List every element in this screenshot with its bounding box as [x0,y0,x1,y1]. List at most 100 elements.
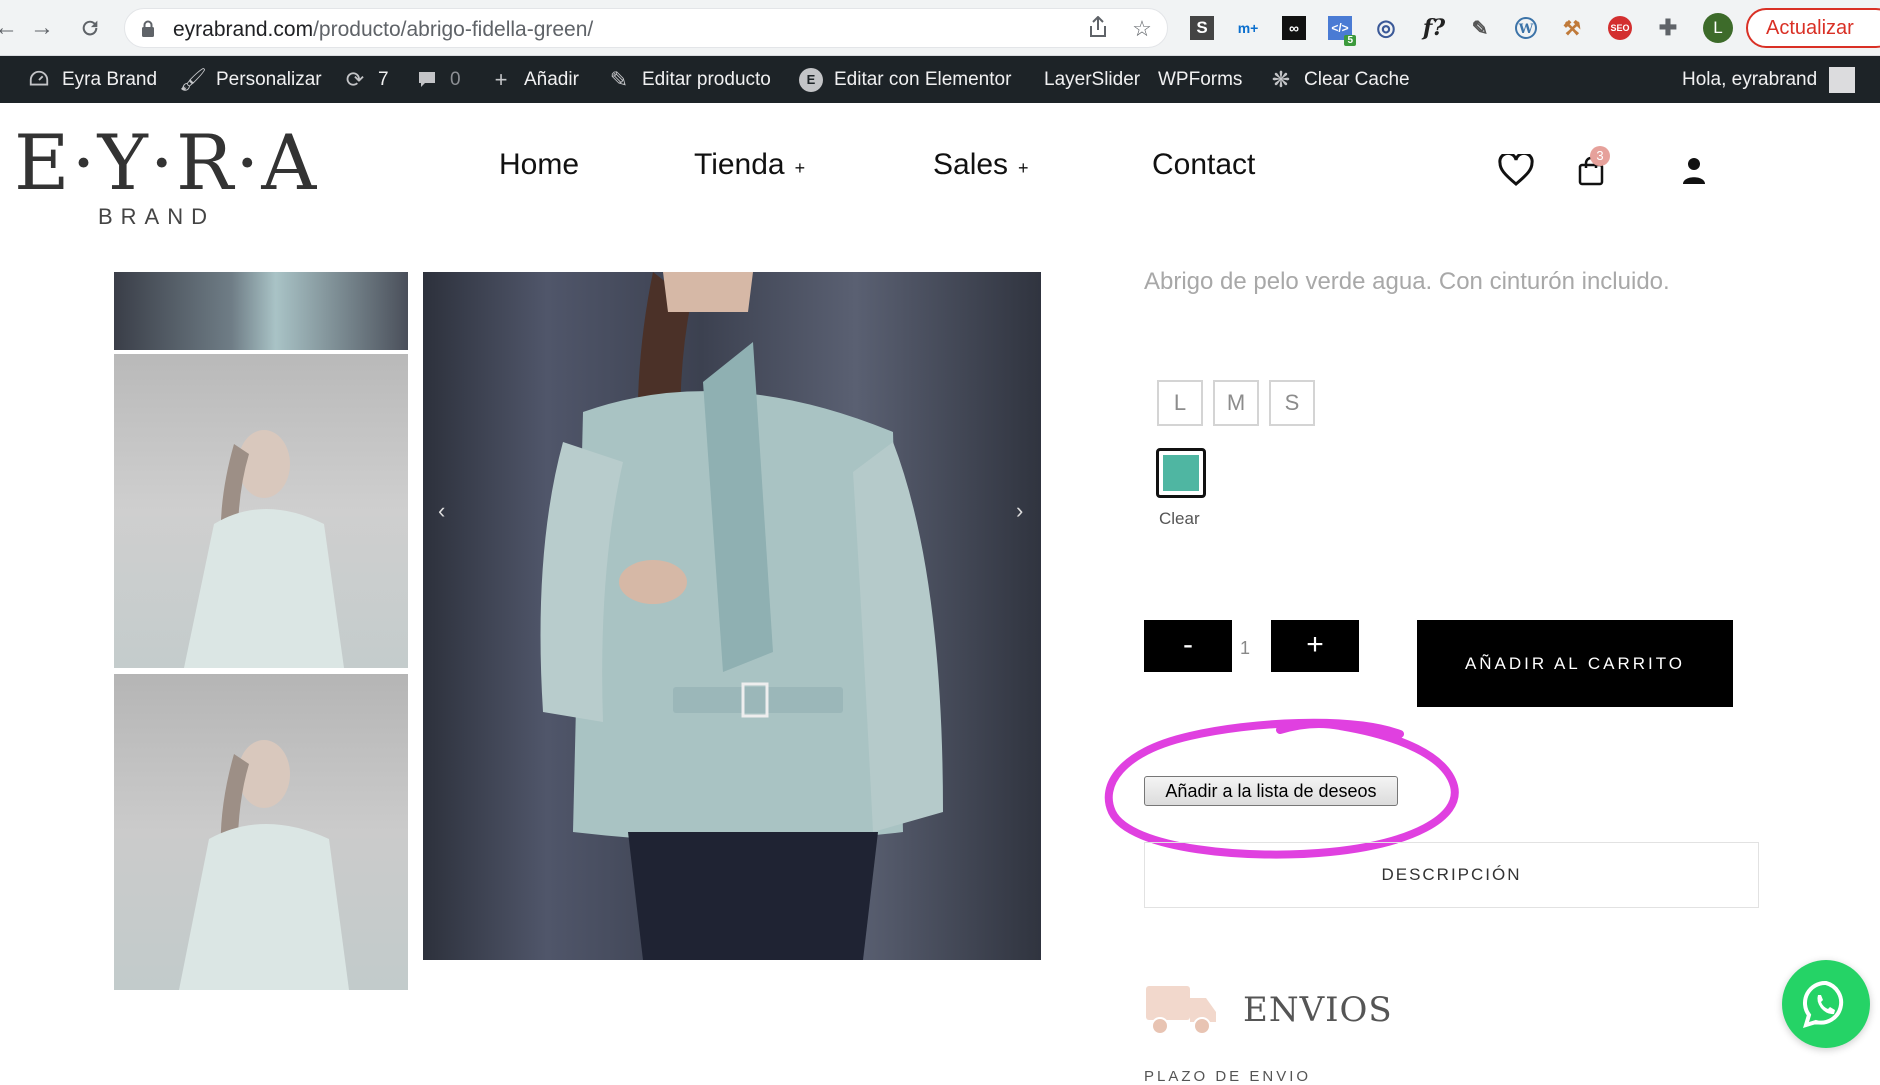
slider-next-arrow[interactable]: › [1016,498,1023,524]
eyedropper-icon[interactable]: ✎ [1464,12,1496,44]
shipping-section-title: ENVIOS [1243,990,1393,1030]
main-product-image[interactable] [423,272,1041,960]
size-option-s[interactable]: S [1269,380,1315,426]
wordpress-icon[interactable]: W [1510,12,1542,44]
code-icon[interactable]: </> 5 [1324,12,1356,46]
menu-tienda-label: Tienda [694,148,785,181]
url-path: /producto/abrigo-fidella-green/ [313,18,594,41]
admin-updates-count: 7 [378,68,389,90]
cheetah-icon: ❋ [1271,66,1291,92]
brush-icon: 🖌 [179,66,207,92]
description-tab[interactable]: DESCRIPCIÓN [1144,842,1759,908]
model-silhouette [184,430,344,668]
menu-item-contact[interactable]: Contact [1152,148,1255,182]
add-to-wishlist-button[interactable]: Añadir a la lista de deseos [1144,776,1398,806]
share-button[interactable] [1085,15,1111,42]
clear-selection-link[interactable]: Clear [1159,509,1200,529]
font-icon[interactable]: f? [1418,12,1450,44]
menu-home-label: Home [499,148,580,181]
profile-initial: L [1713,18,1723,37]
browser-toolbar: ← → eyrabrand.com/producto/abrigo-fidell… [0,0,1880,56]
product-short-description: Abrigo de pelo verde agua. Con cinturón … [1144,268,1670,295]
model-silhouette [179,740,349,990]
movistar-icon[interactable]: m+ [1232,12,1264,44]
reload-button[interactable] [72,10,108,46]
admin-comments[interactable]: 0 [414,56,461,103]
glasses-icon[interactable]: ∞ [1278,12,1310,44]
admin-wpforms[interactable]: WPForms [1158,56,1242,103]
model-figure [540,272,943,960]
slider-prev-arrow[interactable]: ‹ [438,498,445,524]
gallery-thumbnail[interactable] [114,272,408,350]
color-option-green[interactable] [1156,448,1206,498]
gallery-thumbnail[interactable] [114,674,408,990]
profile-avatar[interactable]: L [1703,13,1733,43]
admin-layerslider[interactable]: LayerSlider [1044,56,1140,103]
pencil-icon: ✎ [609,66,629,92]
admin-edit-product[interactable]: ✎ Editar producto [606,56,771,103]
admin-wpforms-label: WPForms [1158,68,1243,90]
plus-icon: + [494,66,508,92]
arrow-left-icon: ← [0,14,18,41]
star-icon: ☆ [1132,16,1152,41]
hammer-icon[interactable]: ⚒ [1556,12,1588,44]
menu-contact-label: Contact [1152,148,1256,181]
heart-icon[interactable] [1498,154,1534,186]
svg-text:W: W [1518,22,1534,37]
admin-add-new[interactable]: + Añadir [488,56,579,103]
share-icon [1090,15,1106,37]
admin-edit-elementor[interactable]: E Editar con Elementor [798,56,1011,103]
site-logo[interactable]: E·Y·R·A [14,118,318,207]
puzzle-icon[interactable]: ✚ [1652,12,1684,44]
update-label: Actualizar [1766,17,1854,39]
cart-count-badge: 3 [1590,146,1610,166]
admin-customize[interactable]: 🖌 Personalizar [179,56,322,103]
delivery-truck-icon [1146,986,1216,1035]
bookmark-button[interactable]: ☆ [1129,16,1155,42]
quantity-decrease-button[interactable]: - [1144,620,1232,672]
admin-clear-cache[interactable]: ❋ Clear Cache [1268,56,1410,103]
url-domain: eyrabrand.com [173,18,314,41]
reload-icon [82,20,98,36]
size-option-m[interactable]: M [1213,380,1259,426]
admin-add-new-label: Añadir [524,68,579,90]
update-button[interactable]: Actualizar [1746,8,1880,48]
admin-updates[interactable]: ⟳ 7 [342,56,389,103]
user-icon[interactable] [1682,157,1706,185]
forward-button[interactable]: → [24,10,60,46]
admin-clear-cache-label: Clear Cache [1304,68,1410,90]
submenu-plus-icon: + [794,158,806,178]
whatsapp-icon [1803,980,1844,1028]
admin-site-name[interactable]: Eyra Brand [26,56,157,103]
arrow-right-icon: → [30,14,54,41]
admin-account[interactable]: Hola, eyrabrand [1682,56,1856,103]
menu-item-tienda[interactable]: Tienda + [694,148,805,182]
thumbnail-photo [114,272,408,350]
s-icon[interactable]: S [1186,12,1218,44]
add-to-cart-button[interactable]: AÑADIR AL CARRITO [1417,620,1733,707]
target-icon[interactable]: ◎ [1370,12,1402,44]
address-bar[interactable]: eyrabrand.com/producto/abrigo-fidella-gr… [124,8,1168,48]
admin-greeting: Hola, eyrabrand [1682,68,1818,90]
menu-item-home[interactable]: Home [499,148,579,182]
seo-icon[interactable]: SEO [1604,12,1636,44]
dashboard-icon [26,67,52,93]
menu-item-sales[interactable]: Sales + [933,148,1029,182]
quantity-increase-button[interactable]: + [1271,620,1359,672]
lock-icon [142,20,154,37]
admin-comments-count: 0 [450,68,461,90]
back-button[interactable]: ← [0,10,24,46]
whatsapp-chat-button[interactable] [1782,960,1870,1048]
menu-sales-label: Sales [933,148,1009,181]
comment-icon [414,67,440,93]
gallery-thumbnail[interactable] [114,354,408,668]
ext-badge: 5 [1344,35,1356,46]
shipping-subtitle: PLAZO DE ENVIO [1144,1068,1312,1085]
admin-customize-label: Personalizar [216,68,322,90]
submenu-plus-icon: + [1018,158,1029,178]
quantity-value[interactable]: 1 [1240,638,1250,659]
elementor-icon: E [798,67,824,93]
admin-edit-product-label: Editar producto [642,68,771,90]
size-option-l[interactable]: L [1157,380,1203,426]
wp-admin-bar: Eyra Brand 🖌 Personalizar ⟳ 7 0 + Añadir… [0,56,1880,103]
